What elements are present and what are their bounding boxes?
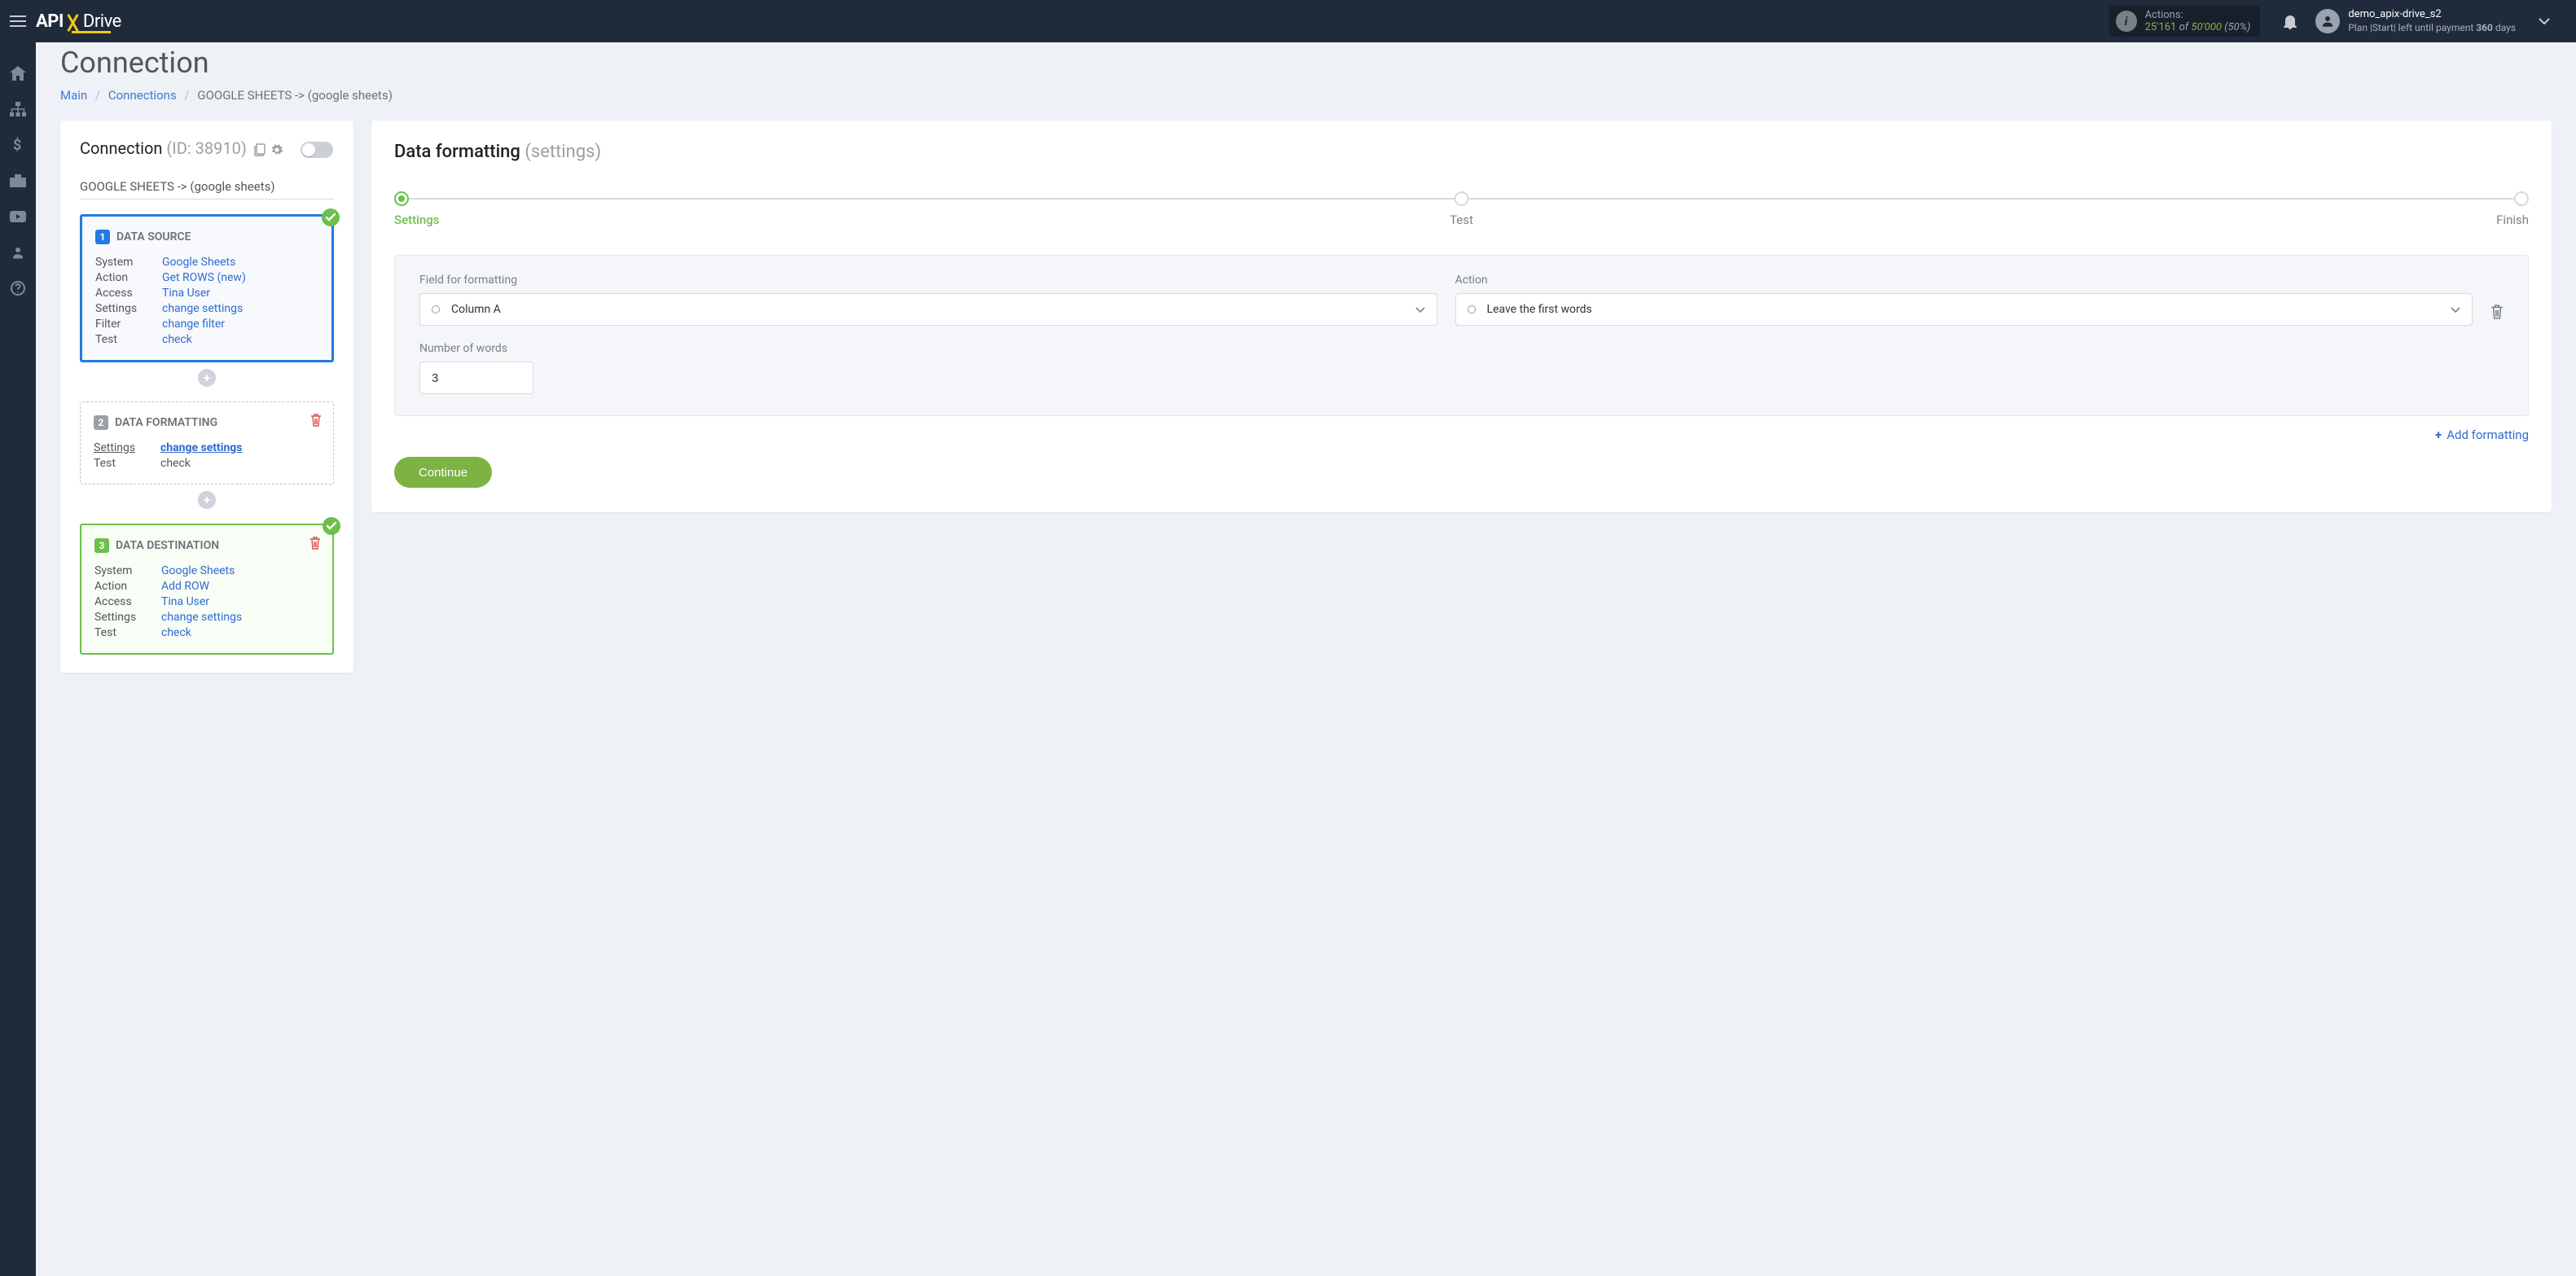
destination-test[interactable]: check xyxy=(161,626,191,639)
action-value: Leave the first words xyxy=(1487,303,1592,316)
user-block[interactable]: demo_apix-drive_s2 Plan |Start| left unt… xyxy=(2315,8,2516,33)
right-panel: Data formatting (settings) Settings Test xyxy=(371,121,2552,512)
source-settings[interactable]: change settings xyxy=(162,302,243,315)
actions-pct: (50%) xyxy=(2224,21,2250,33)
number-label: Number of words xyxy=(419,342,2504,355)
copy-icon[interactable] xyxy=(254,143,265,156)
continue-button[interactable]: Continue xyxy=(394,457,492,488)
plan-line: Plan |Start| left until payment 360 days xyxy=(2348,22,2516,34)
nav-briefcase-icon[interactable] xyxy=(0,171,36,191)
destination-system[interactable]: Google Sheets xyxy=(161,564,235,577)
destination-access[interactable]: Tina User xyxy=(161,595,209,608)
add-block-button[interactable]: + xyxy=(198,491,216,509)
action-label: Action xyxy=(1455,274,2473,287)
formatting-settings[interactable]: change settings xyxy=(160,441,242,454)
radio-icon xyxy=(432,305,440,314)
crumb-current: GOOGLE SHEETS -> (google sheets) xyxy=(197,88,393,103)
avatar-icon xyxy=(2315,9,2340,33)
destination-number: 3 xyxy=(94,538,109,553)
chevron-down-icon xyxy=(1415,307,1425,313)
step-settings[interactable]: Settings xyxy=(394,191,440,227)
nav-help-icon[interactable] xyxy=(0,278,36,298)
bell-icon[interactable] xyxy=(2276,7,2304,35)
trash-icon[interactable] xyxy=(2490,305,2504,326)
page-title: Connection xyxy=(60,42,2552,80)
block-data-source: 1 DATA SOURCE SystemGoogle Sheets Action… xyxy=(80,214,334,362)
formatting-number: 2 xyxy=(94,415,108,430)
source-filter[interactable]: change filter xyxy=(162,318,225,331)
formatting-form: Field for formatting Column A Action xyxy=(394,255,2529,416)
destination-settings[interactable]: change settings xyxy=(161,611,242,624)
nav-sitemap-icon[interactable] xyxy=(0,99,36,119)
crumb-connections[interactable]: Connections xyxy=(108,88,177,103)
step-test[interactable]: Test xyxy=(1450,191,1473,227)
nav-youtube-icon[interactable] xyxy=(0,207,36,226)
formatting-title: DATA FORMATTING xyxy=(115,416,217,429)
source-number: 1 xyxy=(95,230,110,244)
nav-dollar-icon[interactable]: $ xyxy=(0,135,36,155)
x-icon xyxy=(64,14,81,32)
formatting-test: check xyxy=(160,457,191,470)
gear-icon[interactable] xyxy=(270,143,283,156)
field-label: Field for formatting xyxy=(419,274,1437,287)
menu-toggle[interactable] xyxy=(5,8,31,34)
destination-title: DATA DESTINATION xyxy=(116,539,219,552)
info-icon: i xyxy=(2116,11,2137,32)
source-action[interactable]: Get ROWS (new) xyxy=(162,271,246,284)
enable-toggle[interactable] xyxy=(301,142,333,158)
add-formatting-link[interactable]: + Add formatting xyxy=(2435,428,2529,442)
source-title: DATA SOURCE xyxy=(116,230,191,243)
crumb-main[interactable]: Main xyxy=(60,88,87,103)
radio-icon xyxy=(1468,305,1476,314)
chevron-down-icon xyxy=(2451,307,2460,313)
source-test[interactable]: check xyxy=(162,333,192,346)
block-data-destination: 3 DATA DESTINATION SystemGoogle Sheets A… xyxy=(80,524,334,655)
actions-total: 50'000 xyxy=(2191,21,2222,33)
check-icon xyxy=(323,517,340,535)
left-title: Connection (ID: 38910) xyxy=(80,138,334,158)
nav-home-icon[interactable] xyxy=(0,64,36,83)
left-panel: Connection (ID: 38910) GOOGLE SHEETS -> … xyxy=(60,121,353,673)
logo[interactable]: API Drive xyxy=(36,11,121,32)
chevron-down-icon[interactable] xyxy=(2530,7,2558,35)
destination-action[interactable]: Add ROW xyxy=(161,580,209,593)
right-title: Data formatting (settings) xyxy=(394,142,2529,162)
actions-label: Actions: xyxy=(2145,9,2251,21)
topbar: API Drive i Actions: 25'161 of 50'000 (5… xyxy=(0,0,2576,42)
user-name: demo_apix-drive_s2 xyxy=(2348,8,2516,21)
actions-used: 25'161 xyxy=(2145,21,2177,33)
step-finish[interactable]: Finish xyxy=(2496,191,2529,227)
field-value: Column A xyxy=(451,303,501,316)
actions-badge[interactable]: i Actions: 25'161 of 50'000 (50%) xyxy=(2109,6,2261,37)
connection-name: GOOGLE SHEETS -> (google sheets) xyxy=(80,179,334,200)
breadcrumb: Main / Connections / GOOGLE SHEETS -> (g… xyxy=(60,88,2552,103)
connection-id: (ID: 38910) xyxy=(166,138,246,158)
source-access[interactable]: Tina User xyxy=(162,287,210,300)
nav-user-icon[interactable] xyxy=(0,243,36,262)
check-icon xyxy=(322,208,340,226)
add-block-button[interactable]: + xyxy=(198,369,216,387)
svg-text:$: $ xyxy=(13,137,21,153)
plus-icon: + xyxy=(2435,428,2442,442)
trash-icon[interactable] xyxy=(309,537,321,550)
source-system[interactable]: Google Sheets xyxy=(162,256,235,269)
field-select[interactable]: Column A xyxy=(419,293,1437,326)
leftnav: $ xyxy=(0,42,36,1276)
number-input[interactable] xyxy=(419,362,533,394)
block-data-formatting: 2 DATA FORMATTING Settingschange setting… xyxy=(80,401,334,485)
action-select[interactable]: Leave the first words xyxy=(1455,293,2473,326)
trash-icon[interactable] xyxy=(310,414,322,427)
stepper: Settings Test Finish xyxy=(394,191,2529,227)
